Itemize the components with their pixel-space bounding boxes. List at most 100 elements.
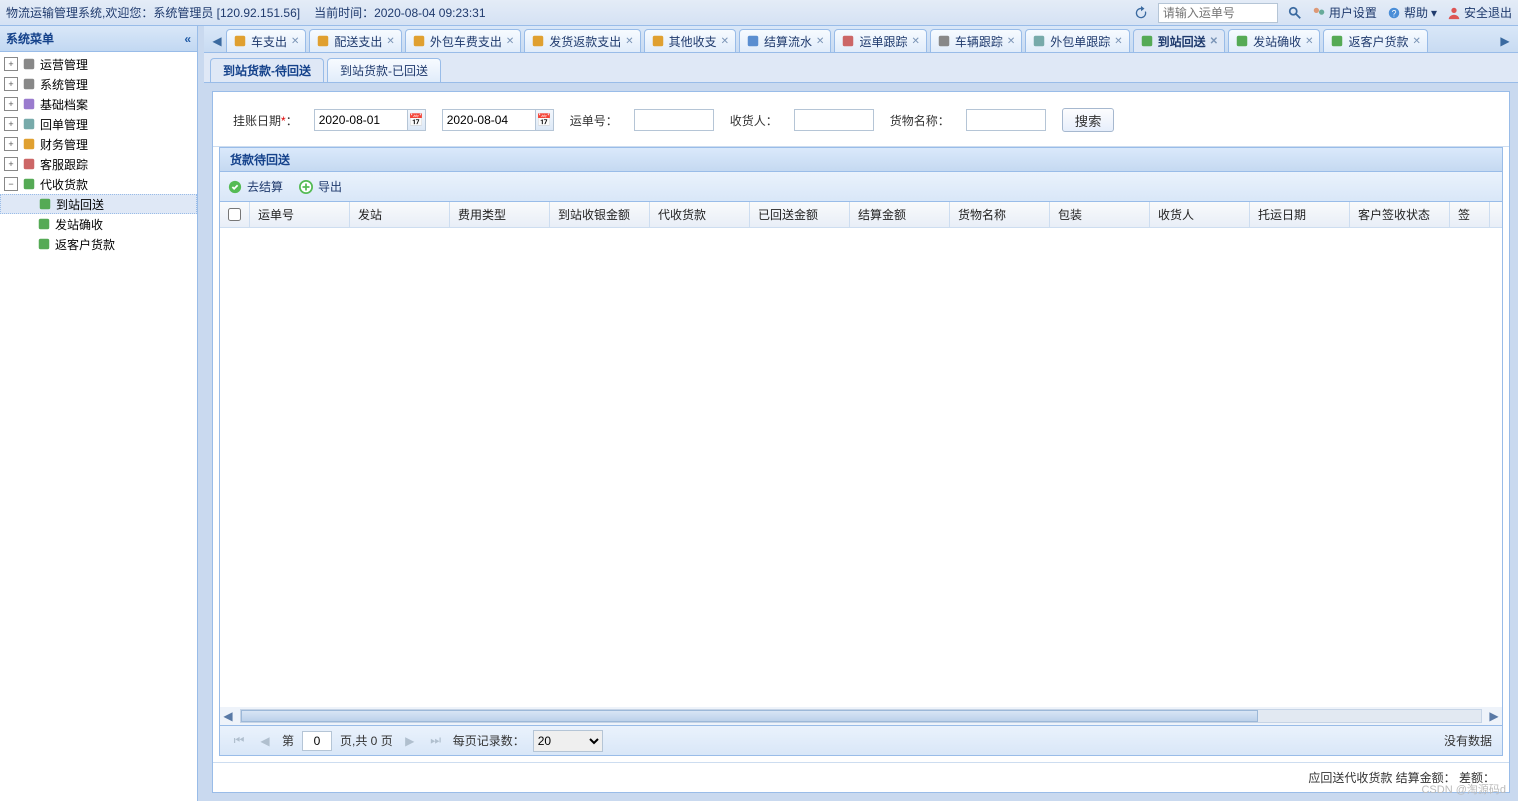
main-tab[interactable]: 运单跟踪 ✕ bbox=[834, 29, 926, 52]
close-icon[interactable]: ✕ bbox=[1210, 36, 1218, 47]
tab-label: 车辆跟踪 bbox=[955, 33, 1003, 50]
hscroll-right[interactable]: ▶ bbox=[1486, 708, 1502, 724]
expand-icon[interactable]: + bbox=[4, 77, 18, 91]
hscroll-left[interactable]: ◀ bbox=[220, 708, 236, 724]
select-all-cell[interactable] bbox=[220, 202, 250, 227]
expand-icon[interactable]: + bbox=[4, 137, 18, 151]
tree-node[interactable]: +回单管理 bbox=[0, 114, 197, 134]
main-tab[interactable]: 外包车费支出 ✕ bbox=[405, 29, 521, 52]
column-header[interactable]: 签 bbox=[1450, 202, 1490, 227]
tree-child[interactable]: 返客户货款 bbox=[0, 234, 197, 254]
calendar-icon[interactable]: 📅 bbox=[407, 110, 425, 130]
export-button[interactable]: 导出 bbox=[299, 178, 342, 195]
column-header[interactable]: 发站 bbox=[350, 202, 450, 227]
sub-tab[interactable]: 到站货款-待回送 bbox=[210, 58, 324, 82]
close-icon[interactable]: ✕ bbox=[1412, 36, 1420, 47]
expand-icon[interactable]: + bbox=[4, 157, 18, 171]
grid-hscroll[interactable]: ◀ ▶ bbox=[220, 707, 1502, 725]
close-icon[interactable]: ✕ bbox=[1114, 36, 1122, 47]
tree-node[interactable]: +财务管理 bbox=[0, 134, 197, 154]
page-next[interactable]: ▶ bbox=[401, 732, 419, 750]
sub-tab[interactable]: 到站货款-已回送 bbox=[327, 58, 441, 82]
logout-button[interactable]: 安全退出 bbox=[1447, 4, 1512, 21]
tree-node[interactable]: +客服跟踪 bbox=[0, 154, 197, 174]
main-tab[interactable]: 发货返款支出✕ bbox=[524, 29, 640, 52]
tree-child[interactable]: 发站确收 bbox=[0, 214, 197, 234]
main-tab[interactable]: 外包单跟踪 ✕ bbox=[1025, 29, 1129, 52]
main-tab[interactable]: 配送支出✕ bbox=[309, 29, 401, 52]
page-first[interactable]: ⏮ bbox=[230, 732, 248, 750]
main-tab[interactable]: 发站确收 ✕ bbox=[1228, 29, 1320, 52]
search-icon[interactable] bbox=[1288, 6, 1302, 20]
close-icon[interactable]: ✕ bbox=[386, 36, 394, 47]
consignee-label: 收货人： bbox=[730, 112, 778, 129]
tab-label: 发站确收 bbox=[1253, 33, 1301, 50]
waybill-input[interactable] bbox=[634, 109, 714, 131]
close-icon[interactable]: ✕ bbox=[1305, 36, 1313, 47]
column-header[interactable]: 收货人 bbox=[1150, 202, 1250, 227]
tab-label: 外包车费支出 bbox=[430, 33, 502, 50]
main-tab[interactable]: 结算流水✕ bbox=[739, 29, 831, 52]
hscroll-track[interactable] bbox=[240, 709, 1482, 723]
main-tab[interactable]: 其他收支✕ bbox=[644, 29, 736, 52]
date-to-input[interactable] bbox=[443, 110, 535, 130]
help-button[interactable]: ?帮助▾ bbox=[1387, 4, 1437, 21]
date-from-input[interactable] bbox=[315, 110, 407, 130]
tabs-scroll-right[interactable]: ▶ bbox=[1496, 30, 1514, 52]
close-icon[interactable]: ✕ bbox=[1007, 36, 1015, 47]
grid-body bbox=[220, 228, 1502, 707]
page-last[interactable]: ⏭ bbox=[427, 732, 445, 750]
user-settings-button[interactable]: 用户设置 bbox=[1312, 4, 1377, 21]
date-from-field[interactable]: 📅 bbox=[314, 109, 426, 131]
main-tab[interactable]: 车支出✕ bbox=[226, 29, 306, 52]
page-prev[interactable]: ◀ bbox=[256, 732, 274, 750]
column-header[interactable]: 已回送金额 bbox=[750, 202, 850, 227]
calendar-icon[interactable]: 📅 bbox=[535, 110, 553, 130]
yen-icon bbox=[36, 236, 52, 252]
close-icon[interactable]: ✕ bbox=[506, 36, 514, 47]
close-icon[interactable]: ✕ bbox=[625, 36, 633, 47]
grid-title: 货款待回送 bbox=[220, 148, 1502, 172]
close-icon[interactable]: ✕ bbox=[816, 36, 824, 47]
column-header[interactable]: 运单号 bbox=[250, 202, 350, 227]
gear-icon bbox=[21, 56, 37, 72]
page-input[interactable] bbox=[302, 731, 332, 751]
select-all-checkbox[interactable] bbox=[228, 208, 241, 221]
column-header[interactable]: 货物名称 bbox=[950, 202, 1050, 227]
column-header[interactable]: 到站收银金额 bbox=[550, 202, 650, 227]
close-icon[interactable]: ✕ bbox=[291, 36, 299, 47]
search-button[interactable]: 搜索 bbox=[1062, 108, 1115, 132]
tree-node[interactable]: +系统管理 bbox=[0, 74, 197, 94]
tab-label: 外包单跟踪 bbox=[1050, 33, 1110, 50]
collapse-icon[interactable]: − bbox=[4, 177, 18, 191]
consignee-input[interactable] bbox=[794, 109, 874, 131]
column-header[interactable]: 结算金额 bbox=[850, 202, 950, 227]
column-header[interactable]: 代收货款 bbox=[650, 202, 750, 227]
tree-node[interactable]: −代收货款 bbox=[0, 174, 197, 194]
search-input[interactable] bbox=[1158, 3, 1278, 23]
column-header[interactable]: 费用类型 bbox=[450, 202, 550, 227]
hscroll-thumb[interactable] bbox=[241, 710, 1258, 722]
tabs-scroll-left[interactable]: ◀ bbox=[208, 30, 226, 52]
column-header[interactable]: 客户签收状态 bbox=[1350, 202, 1450, 227]
column-header[interactable]: 包装 bbox=[1050, 202, 1150, 227]
goods-input[interactable] bbox=[966, 109, 1046, 131]
tree-node[interactable]: +运营管理 bbox=[0, 54, 197, 74]
refresh-icon[interactable] bbox=[1134, 6, 1148, 20]
main-tab[interactable]: 车辆跟踪 ✕ bbox=[930, 29, 1022, 52]
tree-child[interactable]: 到站回送 bbox=[0, 194, 197, 214]
collapse-icon[interactable]: « bbox=[184, 32, 191, 46]
tree-node[interactable]: +基础档案 bbox=[0, 94, 197, 114]
expand-icon[interactable]: + bbox=[4, 57, 18, 71]
main-tab[interactable]: 到站回送✕ bbox=[1133, 29, 1225, 52]
expand-icon[interactable]: + bbox=[4, 97, 18, 111]
date-to-field[interactable]: 📅 bbox=[442, 109, 554, 131]
main-tab[interactable]: 返客户货款✕ bbox=[1323, 29, 1427, 52]
settle-button[interactable]: 去结算 bbox=[228, 178, 283, 195]
expand-icon[interactable]: + bbox=[4, 117, 18, 131]
per-page-select[interactable]: 20 bbox=[533, 730, 603, 752]
column-header[interactable]: 托运日期 bbox=[1250, 202, 1350, 227]
tab-label: 运单跟踪 bbox=[859, 33, 907, 50]
close-icon[interactable]: ✕ bbox=[911, 36, 919, 47]
close-icon[interactable]: ✕ bbox=[721, 36, 729, 47]
